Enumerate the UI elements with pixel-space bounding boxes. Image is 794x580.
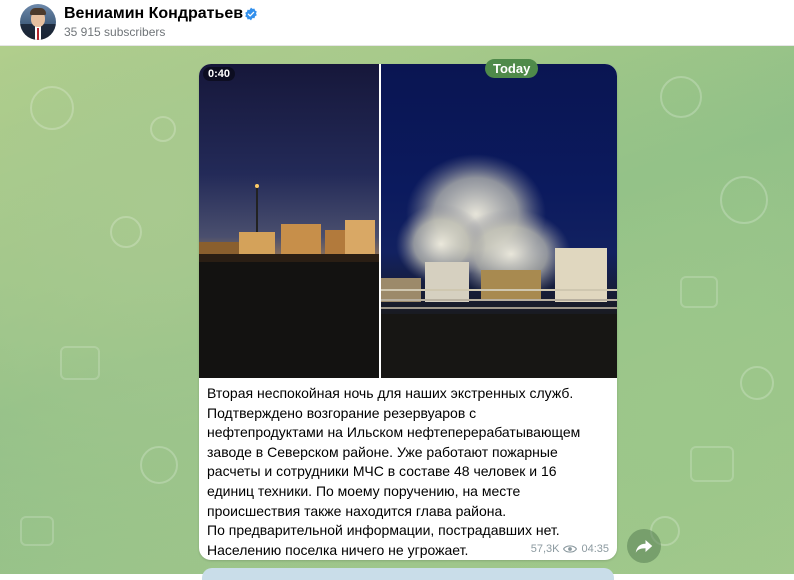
chat-header: Вениамин Кондратьев 35 915 subscribers bbox=[0, 0, 794, 46]
subscriber-count: 35 915 subscribers bbox=[64, 25, 166, 39]
next-message-preview bbox=[202, 568, 614, 580]
photo-thumbnail[interactable] bbox=[381, 64, 617, 378]
bg-doodle bbox=[30, 86, 74, 130]
bg-doodle bbox=[60, 346, 100, 380]
refinery-dusk-image bbox=[199, 184, 379, 378]
channel-avatar[interactable] bbox=[20, 4, 56, 40]
bg-doodle bbox=[140, 446, 178, 484]
eye-icon bbox=[563, 545, 578, 553]
share-button[interactable] bbox=[627, 529, 661, 563]
video-thumbnail[interactable]: 0:40 bbox=[199, 64, 379, 378]
share-arrow-icon bbox=[635, 540, 653, 553]
bg-doodle bbox=[740, 366, 774, 400]
bg-doodle bbox=[150, 116, 176, 142]
bg-doodle bbox=[720, 176, 768, 224]
verified-badge-icon bbox=[245, 7, 257, 21]
bg-doodle bbox=[110, 216, 142, 248]
bg-doodle bbox=[690, 446, 734, 482]
message-bubble[interactable]: 0:40 Вторая неспокойная ночь для наших э… bbox=[199, 64, 617, 560]
avatar-hair bbox=[30, 8, 46, 15]
video-duration: 0:40 bbox=[203, 67, 236, 81]
avatar-tie bbox=[37, 28, 39, 40]
channel-name[interactable]: Вениамин Кондратьев bbox=[64, 5, 243, 23]
message-text: Вторая неспокойная ночь для наших экстре… bbox=[207, 385, 581, 558]
bg-doodle bbox=[20, 516, 54, 546]
refinery-smoke-image bbox=[381, 154, 617, 378]
bg-doodle bbox=[680, 276, 718, 308]
message-time: 04:35 bbox=[581, 543, 609, 555]
bg-doodle bbox=[660, 76, 702, 118]
message-meta: 57,3K 04:35 bbox=[531, 543, 609, 555]
date-separator: Today bbox=[485, 59, 539, 78]
view-count: 57,3K bbox=[530, 543, 560, 555]
